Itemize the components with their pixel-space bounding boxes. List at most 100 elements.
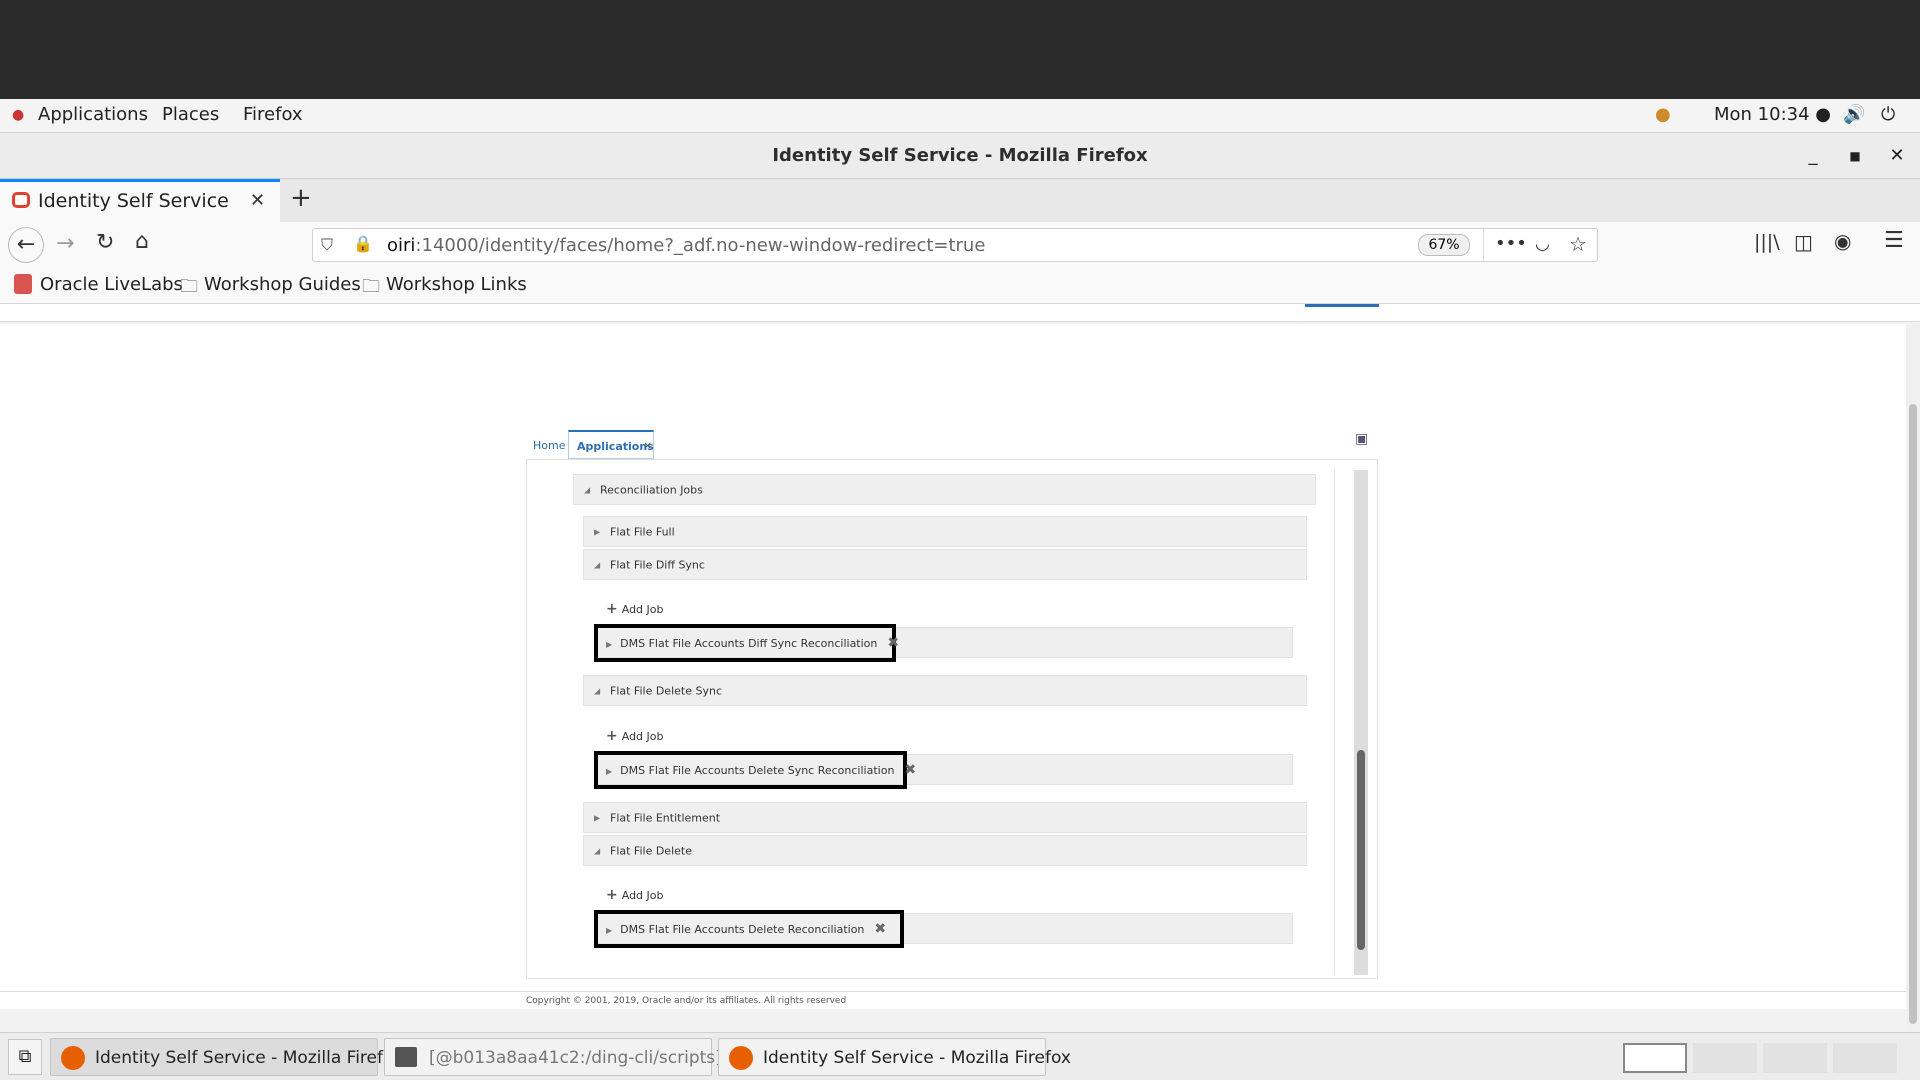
power-icon[interactable]: ⏻: [1881, 104, 1895, 125]
url-host: oiri: [387, 235, 416, 256]
workspace-3[interactable]: [1763, 1043, 1827, 1073]
places-menu[interactable]: Places: [162, 104, 219, 125]
page-tab-applications[interactable]: Applications ×: [568, 430, 654, 459]
collapse-icon[interactable]: ◢: [594, 686, 600, 695]
delete-job-icon[interactable]: ✖: [874, 921, 886, 937]
folder-icon: 🗀: [362, 276, 380, 297]
firefox-icon: [61, 1046, 85, 1070]
terminal-icon: [395, 1047, 417, 1067]
add-job-button[interactable]: + Add Job: [606, 887, 663, 903]
home-icon[interactable]: ⌂: [135, 229, 149, 254]
page-content: ▶ Home Applications × ▣ ◢ Reconciliation…: [0, 304, 1920, 1032]
delete-job-icon[interactable]: ✖: [887, 635, 899, 651]
inner-scrollbar-thumb[interactable]: [1357, 750, 1365, 950]
folder-icon: 🗀: [180, 276, 198, 297]
firefox-icon: [729, 1046, 753, 1070]
maximize-button[interactable]: ■: [1844, 145, 1866, 167]
taskbar: ⧉ Identity Self Service - Mozilla Firefo…: [0, 1032, 1920, 1080]
account-icon[interactable]: ◉: [1834, 229, 1851, 253]
task-firefox-2[interactable]: Identity Self Service - Mozilla Firefox: [718, 1038, 1071, 1076]
task-terminal[interactable]: [@b013a8aa41c2:/ding-cli/scripts]: [384, 1038, 722, 1076]
close-window-button[interactable]: ✕: [1886, 145, 1908, 167]
expand-icon[interactable]: ▶: [594, 527, 600, 536]
job-label: DMS Flat File Accounts Delete Sync Recon…: [620, 764, 895, 777]
url-text[interactable]: oiri:14000/identity/faces/home?_adf.no-n…: [387, 235, 985, 256]
desktop-screen: ● Applications Places Firefox ● Mon 10:3…: [0, 99, 1920, 1080]
bookmark-oracle-livelabs[interactable]: Oracle LiveLabs: [40, 274, 183, 295]
library-icon[interactable]: |||\: [1754, 231, 1780, 253]
page-actions-icon[interactable]: •••: [1495, 233, 1527, 254]
workspace-1[interactable]: [1623, 1043, 1687, 1073]
close-tab-icon[interactable]: ✕: [250, 190, 265, 211]
bookmark-workshop-guides[interactable]: Workshop Guides: [204, 274, 361, 295]
collapse-icon[interactable]: ◢: [594, 560, 600, 569]
inner-scrollbar-track[interactable]: [1354, 470, 1368, 975]
page-tab-home[interactable]: Home: [533, 439, 565, 452]
minimize-button[interactable]: _: [1802, 145, 1824, 167]
show-desktop-icon[interactable]: ⧉: [8, 1039, 42, 1075]
job-label: DMS Flat File Accounts Diff Sync Reconci…: [620, 637, 878, 650]
add-job-button[interactable]: + Add Job: [606, 728, 663, 744]
insecure-lock-icon[interactable]: 🔒: [353, 234, 373, 253]
tab-identity-self-service[interactable]: Identity Self Service ✕: [0, 179, 280, 222]
clock[interactable]: Mon 10:34 ●: [1714, 104, 1831, 125]
detach-icon[interactable]: ▣: [1355, 431, 1368, 447]
url-path: :14000/identity/faces/home?_adf.no-new-w…: [415, 235, 986, 256]
url-divider: [1483, 229, 1484, 261]
add-job-button[interactable]: + Add Job: [606, 601, 663, 617]
zoom-indicator[interactable]: 67%: [1418, 234, 1470, 256]
oracle-favicon-icon: [12, 192, 30, 208]
firefox-menu[interactable]: Firefox: [243, 104, 303, 125]
plus-icon: +: [606, 887, 618, 903]
tray-app-icon[interactable]: ●: [1655, 104, 1671, 125]
applications-menu[interactable]: Applications: [38, 104, 148, 125]
shield-icon[interactable]: ⛉: [321, 235, 333, 255]
expand-icon[interactable]: ▶: [606, 926, 612, 935]
group-flat-file-full[interactable]: ▶ Flat File Full: [583, 516, 1307, 547]
back-icon[interactable]: ←: [8, 227, 44, 263]
expand-icon[interactable]: ▶: [606, 640, 612, 649]
group-label: Flat File Entitlement: [610, 811, 721, 824]
page-header-strip: [0, 304, 1920, 322]
group-label: Flat File Full: [610, 525, 675, 538]
volume-icon[interactable]: 🔊: [1843, 104, 1865, 125]
job-label: DMS Flat File Accounts Delete Reconcilia…: [620, 923, 865, 936]
reload-icon[interactable]: ↻: [96, 230, 114, 255]
page-scrollbar-track[interactable]: [1906, 324, 1920, 1032]
url-bar[interactable]: ⛉ 🔒 oiri:14000/identity/faces/home?_adf.…: [312, 228, 1598, 262]
activities-icon[interactable]: ●: [12, 107, 24, 123]
page-scrollbar-thumb[interactable]: [1909, 404, 1917, 1024]
close-page-tab-icon[interactable]: ×: [643, 439, 652, 452]
job-delete-sync[interactable]: ▶ DMS Flat File Accounts Delete Sync Reco…: [606, 762, 916, 778]
pocket-icon[interactable]: ◡: [1535, 234, 1550, 254]
new-tab-icon[interactable]: +: [290, 183, 312, 213]
job-delete[interactable]: ▶ DMS Flat File Accounts Delete Reconcili…: [606, 921, 886, 937]
group-flat-file-entitlement[interactable]: ▶ Flat File Entitlement: [583, 802, 1307, 833]
task-firefox-1[interactable]: Identity Self Service - Mozilla Firefox: [50, 1038, 403, 1076]
workspace-4[interactable]: [1833, 1043, 1897, 1073]
job-diff-sync[interactable]: ▶ DMS Flat File Accounts Diff Sync Reconc…: [606, 635, 899, 651]
sidebar-icon[interactable]: ◫: [1794, 230, 1813, 254]
task-label: Identity Self Service - Mozilla Firefox: [95, 1048, 403, 1068]
workspace-2[interactable]: [1693, 1043, 1757, 1073]
expand-icon[interactable]: ▶: [606, 767, 612, 776]
forward-icon[interactable]: →: [56, 231, 74, 256]
collapse-icon[interactable]: ◢: [584, 485, 590, 494]
group-label: Flat File Diff Sync: [610, 558, 705, 571]
delete-job-icon[interactable]: ✖: [904, 762, 916, 778]
group-flat-file-delete-sync[interactable]: ◢ Flat File Delete Sync: [583, 675, 1307, 706]
active-nav-indicator: [1305, 304, 1379, 307]
tab-title: Identity Self Service: [38, 190, 229, 212]
window-titlebar: Identity Self Service - Mozilla Firefox …: [0, 133, 1920, 179]
expand-icon[interactable]: ▶: [594, 813, 600, 822]
group-flat-file-delete[interactable]: ◢ Flat File Delete: [583, 835, 1307, 866]
group-flat-file-diff-sync[interactable]: ◢ Flat File Diff Sync: [583, 549, 1307, 580]
plus-icon: +: [606, 728, 618, 744]
plus-icon: +: [606, 601, 618, 617]
reconciliation-jobs-header[interactable]: ◢ Reconciliation Jobs: [573, 474, 1316, 505]
hamburger-menu-icon[interactable]: ☰: [1884, 228, 1904, 253]
bookmark-star-icon[interactable]: ☆: [1569, 232, 1587, 256]
collapse-icon[interactable]: ◢: [594, 846, 600, 855]
task-label: Identity Self Service - Mozilla Firefox: [763, 1048, 1071, 1068]
bookmark-workshop-links[interactable]: Workshop Links: [386, 274, 527, 295]
